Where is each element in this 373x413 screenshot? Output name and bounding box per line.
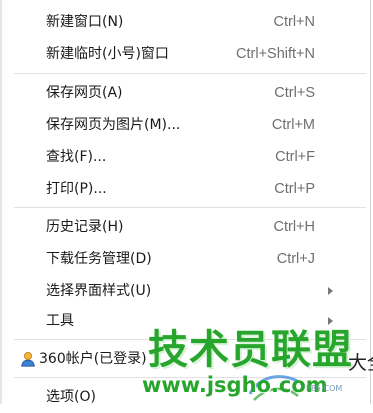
- menu-item-label: 新建临时(小号)窗口: [46, 46, 169, 62]
- menu-item-shortcut: Ctrl+P: [274, 181, 315, 197]
- menu-item-label: 新建窗口(N): [46, 14, 124, 30]
- menu-item-shortcut: Ctrl+H: [273, 219, 316, 235]
- menu-item-360-account[interactable]: 360帐户(已登录): [0, 343, 371, 375]
- menu-item-label: 查找(F)...: [46, 149, 107, 165]
- menu-item-shortcut: Ctrl+M: [271, 117, 315, 133]
- menu-item-find[interactable]: 查找(F)... Ctrl+F: [0, 141, 371, 173]
- menu-item-shortcut: Ctrl+S: [274, 85, 315, 101]
- menu-item-shortcut: Ctrl+J: [276, 251, 315, 267]
- menu-item-label: 选择界面样式(U): [46, 283, 152, 299]
- menu-item-options[interactable]: 选项(O): [0, 381, 371, 413]
- menu-item-shortcut: Ctrl+Shift+N: [236, 46, 315, 62]
- menu-item-save-page-as-image[interactable]: 保存网页为图片(M)... Ctrl+M: [0, 109, 371, 141]
- menu-item-label: 打印(P)...: [46, 181, 107, 197]
- menu-item-tools[interactable]: 工具: [0, 305, 371, 337]
- menu-separator: [14, 377, 366, 378]
- context-menu: 新建窗口(N) Ctrl+N 新建临时(小号)窗口 Ctrl+Shift+N 保…: [0, 0, 371, 405]
- menu-separator: [14, 207, 366, 208]
- menu-item-label: 保存网页为图片(M)...: [46, 117, 181, 133]
- submenu-arrow-icon: [328, 287, 333, 295]
- submenu-arrow-icon: [328, 317, 333, 325]
- menu-item-new-incognito-window[interactable]: 新建临时(小号)窗口 Ctrl+Shift+N: [0, 38, 371, 70]
- user-avatar-icon: [21, 352, 35, 367]
- menu-item-shortcut: Ctrl+N: [273, 14, 316, 30]
- menu-item-label: 360帐户(已登录): [39, 351, 147, 367]
- menu-item-choose-ui-style[interactable]: 选择界面样式(U): [0, 275, 371, 307]
- menu-item-label: 保存网页(A): [46, 85, 123, 101]
- menu-item-label: 选项(O): [46, 389, 96, 405]
- menu-item-label: 工具: [46, 313, 74, 329]
- menu-item-label: 下载任务管理(D): [46, 251, 152, 267]
- menu-separator: [14, 73, 366, 74]
- menu-item-label: 历史记录(H): [46, 219, 124, 235]
- menu-separator: [14, 339, 366, 340]
- menu-item-history[interactable]: 历史记录(H) Ctrl+H: [0, 211, 371, 243]
- menu-item-print[interactable]: 打印(P)... Ctrl+P: [0, 173, 371, 205]
- menu-item-download-manager[interactable]: 下载任务管理(D) Ctrl+J: [0, 243, 371, 275]
- menu-item-save-page[interactable]: 保存网页(A) Ctrl+S: [0, 77, 371, 109]
- menu-item-new-window[interactable]: 新建窗口(N) Ctrl+N: [0, 6, 371, 38]
- menu-item-shortcut: Ctrl+F: [275, 149, 315, 165]
